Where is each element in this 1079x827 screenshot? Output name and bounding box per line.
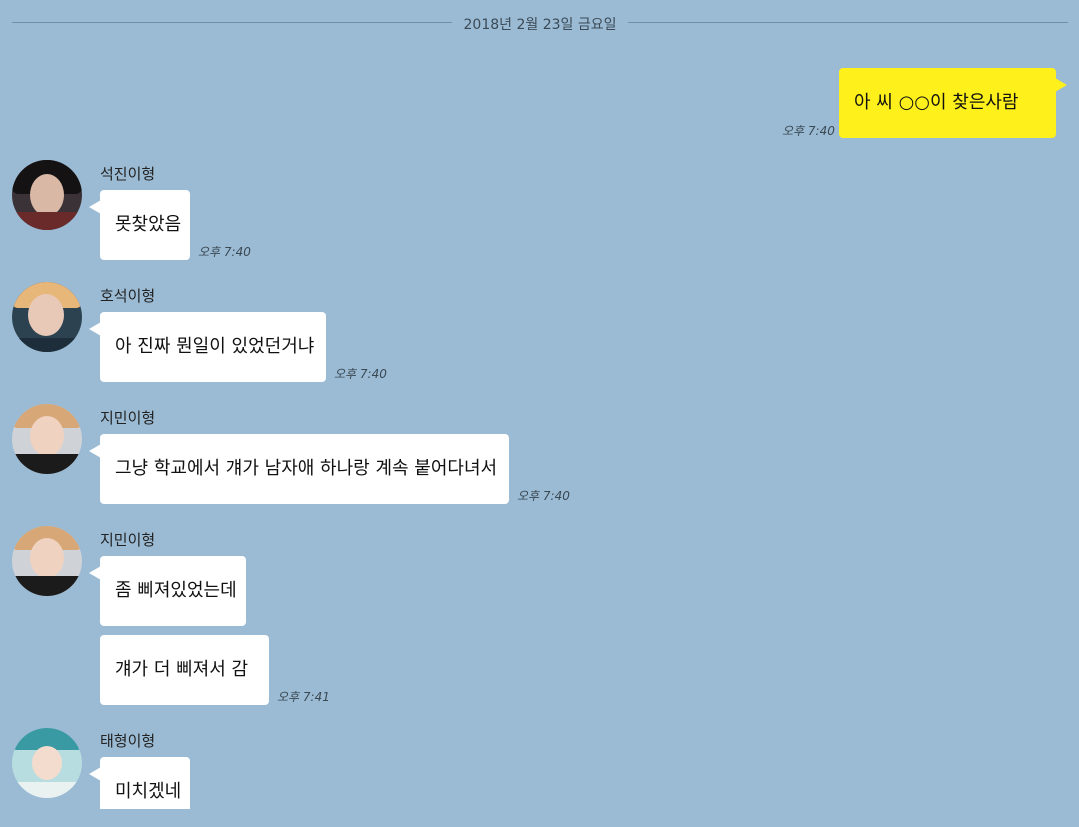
avatar-face [30,174,64,216]
avatar-cloth [12,338,82,352]
sender-name: 지민이형 [100,531,156,549]
avatar[interactable] [12,160,82,230]
avatar-cloth [12,782,82,798]
avatar-face [30,538,64,578]
message-bubble[interactable]: 아 진짜 뭔일이 있었던거냐 [89,312,326,382]
message-bubble[interactable]: 걔가 더 삐져서 감 [100,635,269,705]
message-time: 오후 7:41 [277,690,330,704]
avatar[interactable] [12,728,82,798]
message-time: 오후 7:40 [517,489,570,503]
message-time: 오후 7:40 [782,124,835,138]
avatar[interactable] [12,282,82,352]
avatar-face [28,294,64,336]
sender-name: 지민이형 [100,409,156,427]
message-bubble[interactable]: 좀 삐져있었는데 [89,556,246,626]
avatar[interactable] [12,404,82,474]
message-bubble[interactable]: 미치겠네 [89,757,190,809]
message-time: 오후 7:40 [198,245,251,259]
avatar-face [32,746,62,780]
sender-name: 석진이형 [100,165,156,183]
sender-name: 호석이형 [100,287,156,305]
divider-line-right [628,22,1068,23]
sender-name: 태형이형 [100,732,156,750]
avatar[interactable] [12,526,82,596]
message-time: 오후 7:40 [334,367,387,381]
avatar-cloth [12,576,82,596]
message-bubble[interactable]: 그냥 학교에서 걔가 남자애 하나랑 계속 붙어다녀서 [89,434,509,504]
avatar-cloth [12,212,82,230]
avatar-cloth [12,454,82,474]
date-divider: 2018년 2월 23일 금요일 [12,12,1068,34]
message-bubble[interactable]: 못찾았음 [89,190,190,260]
my-message-bubble[interactable]: 아 씨 ○○이 찾은사람 [839,68,1067,138]
date-label: 2018년 2월 23일 금요일 [463,17,617,33]
avatar-face [30,416,64,456]
